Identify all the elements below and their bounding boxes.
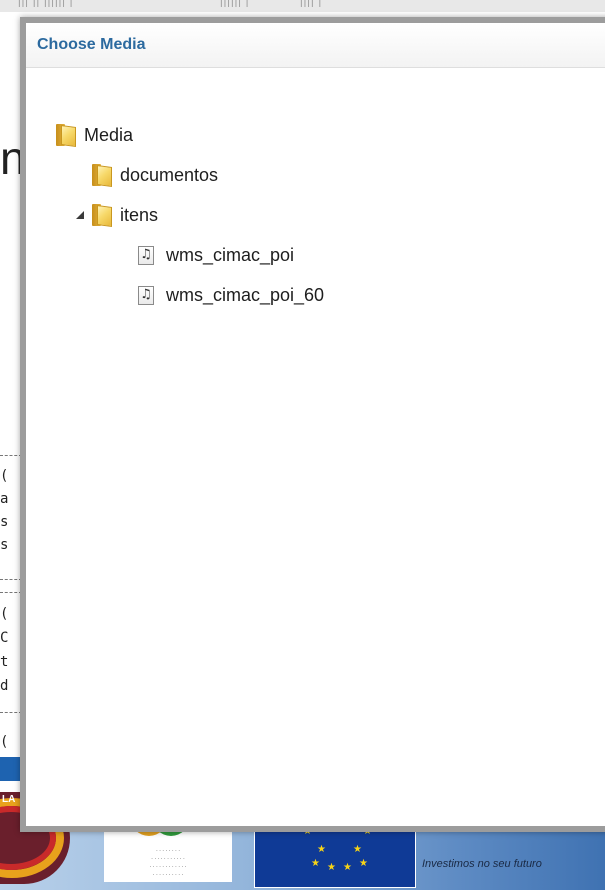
tree-node-file[interactable]: ♫ wms_cimac_poi (138, 243, 294, 267)
tree-node-itens[interactable]: itens (74, 203, 159, 228)
folder-icon (92, 204, 112, 228)
tree-node-label: Media (84, 124, 134, 145)
tree-node-media[interactable]: Media (56, 123, 134, 148)
folder-icon (56, 124, 76, 148)
folder-icon (92, 164, 112, 188)
tree-node-label: itens (120, 204, 159, 225)
footer-tagline: Investimos no seu futuro (422, 858, 542, 870)
expand-arrow-icon[interactable] (74, 168, 88, 182)
background-text-fragment: ( (0, 734, 9, 750)
tree-node-file[interactable]: ♫ wms_cimac_poi_60 (138, 283, 324, 307)
background-text-fragment: s (0, 537, 9, 553)
background-text-fragment: C (0, 630, 9, 646)
background-divider (0, 712, 22, 713)
choose-media-dialog: Choose Media Media documentos itens ♫ wm… (20, 17, 605, 832)
background-text-fragment: t (0, 654, 9, 670)
tree-node-label: wms_cimac_poi (166, 244, 295, 265)
background-divider (0, 592, 22, 593)
background-text-fragment: d (0, 678, 9, 694)
background-divider (0, 579, 22, 580)
partner-logo-label: LA (2, 794, 16, 805)
background-text-fragment: a (0, 491, 9, 507)
audio-file-icon: ♫ (138, 245, 154, 265)
background-divider (0, 455, 22, 456)
background-text-fragment: ( (0, 606, 9, 622)
audio-file-icon: ♫ (138, 285, 154, 305)
dialog-title: Choose Media (37, 36, 146, 53)
collapse-arrow-icon[interactable] (74, 208, 88, 222)
background-nav-bar (0, 757, 22, 781)
dialog-header: Choose Media (26, 23, 605, 68)
tree-node-documentos[interactable]: documentos (74, 163, 219, 188)
background-text-fragment: s (0, 514, 9, 530)
tree-node-label: documentos (120, 164, 219, 185)
tree-node-label: wms_cimac_poi_60 (166, 284, 325, 305)
background-text-fragment: ( (0, 468, 9, 484)
background-top-strip: ꟾꟾꟾ ꟾꟾ ꟾꟾꟾꟾꟾꟾ ꟾ ꟾꟾꟾꟾꟾꟾ ꟾ ꟾꟾꟾꟾ ꟾ (0, 0, 605, 12)
